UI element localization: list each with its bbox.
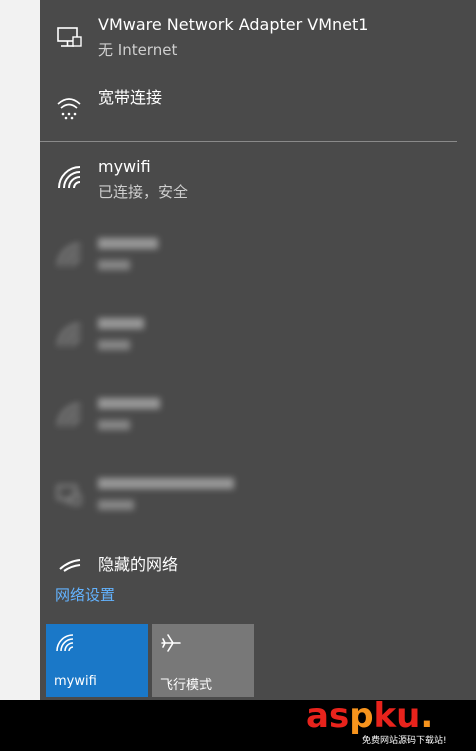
section-divider <box>40 141 457 142</box>
network-item-mywifi[interactable]: mywifi 已连接，安全 <box>40 150 476 206</box>
hidden-network-label: 隐藏的网络 <box>98 555 179 574</box>
ethernet-icon <box>57 485 81 505</box>
network-name: 宽带连接 <box>98 88 163 107</box>
network-item-broadband[interactable]: 宽带连接 <box>40 76 476 126</box>
network-status: 已连接，安全 <box>98 183 189 201</box>
dialup-icon <box>57 98 81 120</box>
watermark-brand: aspku. <box>306 696 434 736</box>
ethernet-icon <box>57 27 82 47</box>
network-name: mywifi <box>98 157 151 176</box>
quick-action-label: 飞行模式 <box>160 678 213 693</box>
network-item-blurred[interactable] <box>40 230 476 280</box>
wifi-icon <box>58 166 81 189</box>
network-item-blurred[interactable] <box>40 310 476 360</box>
screenshot-frame: VMware Network Adapter VMnet1 无 Internet… <box>0 0 476 751</box>
blurred-name <box>98 318 144 329</box>
blurred-status <box>98 260 130 270</box>
network-flyout-panel: VMware Network Adapter VMnet1 无 Internet… <box>40 0 476 700</box>
blurred-status <box>98 420 130 430</box>
quick-action-wifi[interactable]: mywifi <box>46 624 148 697</box>
wifi-icon <box>58 244 81 267</box>
quick-action-airplane-mode[interactable]: 飞行模式 <box>152 624 254 697</box>
wifi-icon <box>59 559 81 572</box>
blurred-name <box>98 478 234 489</box>
wifi-icon <box>56 634 74 652</box>
wifi-icon <box>58 324 81 347</box>
network-settings-link[interactable]: 网络设置 <box>55 584 115 605</box>
network-item-blurred[interactable] <box>40 470 476 520</box>
watermark-logo: aspku. 免费网站源码下载站! <box>300 696 476 751</box>
blurred-name <box>98 238 158 249</box>
airplane-icon <box>161 634 181 652</box>
blurred-status <box>98 340 130 350</box>
quick-action-label: mywifi <box>54 674 97 689</box>
blurred-name <box>98 398 160 409</box>
network-item-hidden[interactable]: 隐藏的网络 <box>40 548 476 576</box>
network-status: 无 Internet <box>98 41 178 59</box>
network-item-vmnet1[interactable]: VMware Network Adapter VMnet1 无 Internet <box>40 8 476 64</box>
wifi-icon <box>58 404 81 427</box>
blurred-status <box>98 500 134 510</box>
watermark-tagline: 免费网站源码下载站! <box>362 736 447 746</box>
network-item-blurred[interactable] <box>40 390 476 440</box>
network-name: VMware Network Adapter VMnet1 <box>98 15 369 34</box>
desktop-background-strip <box>0 0 40 700</box>
